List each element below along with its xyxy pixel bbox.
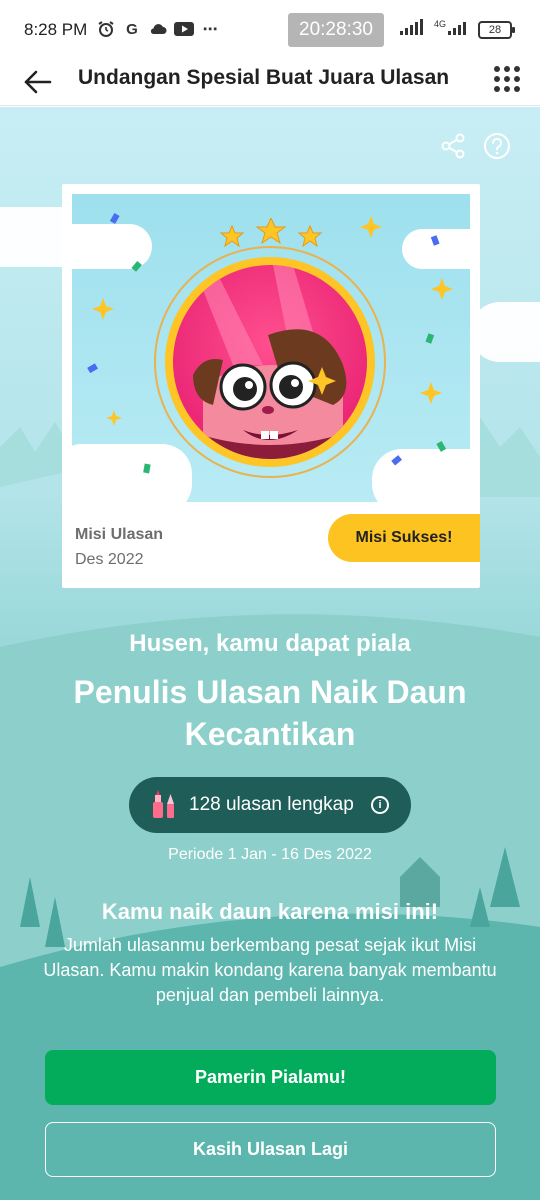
status-notification-icons: G ⋯ [96,19,220,39]
trophy-artwork [72,194,470,502]
cloud-icon [148,19,168,39]
share-icon [441,133,465,159]
info-icon[interactable]: i [371,796,389,814]
signal-icon-2 [448,19,470,40]
top-actions [438,131,512,161]
page-title: Undangan Spesial Buat Juara Ulasan [78,66,450,89]
mascot-portrait [173,265,367,459]
grid-dot [514,76,520,82]
battery-level: 28 [488,23,502,36]
google-icon: G [126,20,138,38]
question-icon [484,133,510,159]
mission-label: Misi Ulasan [75,526,164,543]
trophy-title: Penulis Ulasan Naik Daun Kecantikan [73,674,467,752]
status-bar: 8:28 PM G ⋯ 20:28:30 4G 28 [0,0,540,60]
mission-date: Des 2022 [75,551,144,568]
page-header: Undangan Spesial Buat Juara Ulasan [0,60,540,106]
trophy-card: Misi Ulasan Des 2022 Misi Sukses! [62,184,480,588]
grid-dot [514,66,520,72]
period-text: Periode 1 Jan - 16 Des 2022 [168,846,372,863]
battery-icon: 28 [478,20,515,39]
arrow-left-icon [24,70,52,94]
alarm-icon [96,19,116,39]
write-review-button[interactable]: Kasih Ulasan Lagi [45,1122,496,1177]
mission-description: Jumlah ulasanmu berkembang pesat sejak i… [43,935,497,1005]
grid-dot [494,66,500,72]
grid-dot [504,66,510,72]
success-badge: Misi Sukses! [328,514,480,562]
grid-dot [504,86,510,92]
share-button[interactable] [438,131,468,161]
trophy-medal [165,257,375,467]
trophy-page: Misi Ulasan Des 2022 Misi Sukses! Husen,… [0,107,540,1200]
status-system-icons: 4G 28 [399,18,515,40]
youtube-icon [174,19,194,39]
congrats-subhead: Husen, kamu dapat piala [129,630,411,657]
bunny-mascot-illustration [173,265,367,459]
back-button[interactable] [20,64,56,100]
bg-cloud [470,302,540,362]
clock-badge: 20:28:30 [288,13,384,47]
grid-dot [514,86,520,92]
status-time: 8:28 PM [24,20,88,39]
grid-dot [504,76,510,82]
cosmetics-icon [153,790,174,818]
mission-title: Kamu naik daun karena misi ini! [101,899,439,924]
review-count-pill[interactable]: 128 ulasan lengkap i [129,777,411,833]
grid-dot [494,76,500,82]
more-dots-icon: ⋯ [202,21,218,38]
network-type-label: 4G [433,18,446,29]
signal-icon [399,19,426,40]
help-button[interactable] [482,131,512,161]
grid-menu-button[interactable] [494,66,520,92]
show-trophy-button[interactable]: Pamerin Pialamu! [45,1050,496,1105]
grid-dot [494,86,500,92]
review-count-text: 128 ulasan lengkap [189,794,354,815]
stars-icon [219,218,323,248]
